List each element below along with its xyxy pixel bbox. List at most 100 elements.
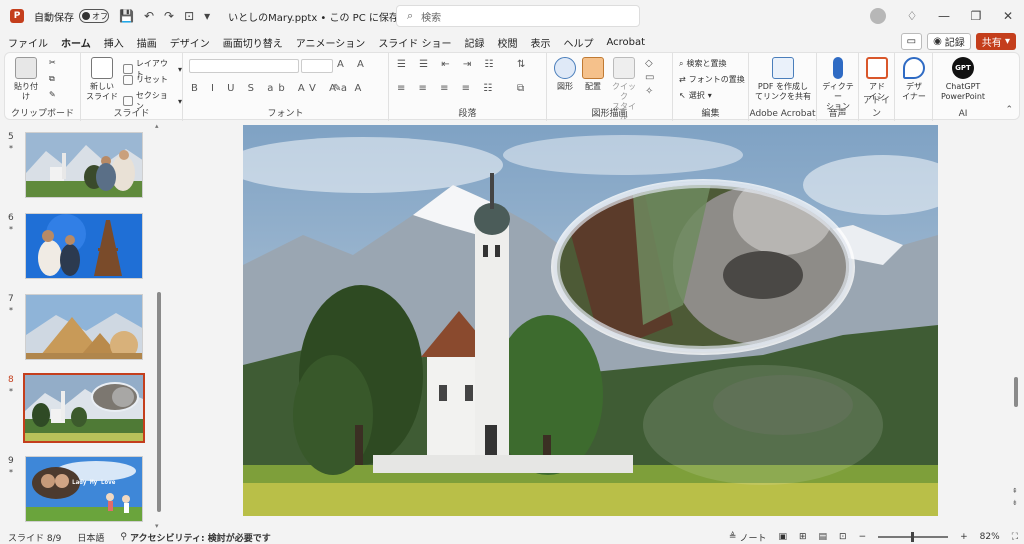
autosave-toggle[interactable]: オフ: [79, 9, 109, 23]
list-icons[interactable]: ☰ ☰ ⇤ ⇥ ☷: [397, 59, 498, 70]
powerpoint-logo-icon: P: [10, 9, 24, 23]
close-icon[interactable]: ✕: [992, 9, 1024, 23]
chatgpt-button[interactable]: GPT ChatGPT PowerPoint: [935, 57, 991, 102]
record-button[interactable]: ◉ 記録: [927, 33, 971, 50]
canvas-scrollbar[interactable]: ⇞ ⇟: [1012, 125, 1020, 520]
slide-sorter-icon[interactable]: ⊞: [799, 532, 807, 542]
tab-file[interactable]: ファイル: [8, 35, 48, 50]
prev-slide-icon[interactable]: ⇞: [1012, 487, 1018, 495]
font-format-icons[interactable]: B I U S ab AV Aa: [191, 83, 352, 94]
tab-animations[interactable]: アニメーション: [296, 35, 366, 50]
chatgpt-icon: GPT: [952, 57, 974, 79]
copy-icon[interactable]: ⧉: [49, 74, 55, 84]
slide-number: 9: [8, 456, 14, 466]
redo-icon[interactable]: ↷: [164, 9, 174, 23]
slide-thumbnail-7[interactable]: 7 *: [0, 286, 160, 360]
restore-icon[interactable]: ❐: [960, 9, 992, 23]
minimize-icon[interactable]: —: [928, 9, 960, 23]
chatgpt-label: ChatGPT PowerPoint: [940, 82, 986, 101]
notes-button[interactable]: ≜ ノート: [729, 531, 767, 544]
zoom-in-icon[interactable]: +: [960, 532, 968, 542]
select-button[interactable]: ↖ 選択 ▾: [679, 90, 712, 101]
collapse-ribbon-icon[interactable]: ⌃: [1005, 105, 1013, 115]
qat-more-icon[interactable]: ▾: [204, 9, 210, 23]
share-button[interactable]: 共有 ▾: [975, 33, 1016, 50]
undo-icon[interactable]: ↶: [144, 9, 154, 23]
find-replace-button[interactable]: ⌕ 検索と置換: [679, 58, 726, 69]
search-input[interactable]: ⌕ 検索: [396, 5, 640, 27]
shape-format-icons[interactable]: ◇ ▭ ✧: [645, 57, 665, 99]
text-direction-icon[interactable]: ⇅: [517, 59, 530, 70]
tab-draw[interactable]: 描画: [137, 35, 157, 50]
present-icon[interactable]: ⊡: [184, 9, 194, 23]
slide-thumbnail-5[interactable]: 5 *: [0, 124, 160, 198]
tab-acrobat[interactable]: Acrobat: [607, 37, 646, 48]
designer-button[interactable]: デザ イナー: [899, 57, 929, 102]
tab-slideshow[interactable]: スライド ショー: [378, 35, 451, 50]
font-color-icons[interactable]: ✎ A: [333, 83, 366, 94]
replace-font-button[interactable]: ⇄ フォントの置換: [679, 74, 745, 85]
addins-label: アドイン: [862, 96, 890, 119]
paste-button[interactable]: 貼り付け: [11, 57, 41, 102]
tab-review[interactable]: 校閲: [498, 35, 518, 50]
canvas-scrollbar-thumb[interactable]: [1014, 377, 1018, 407]
reading-view-icon[interactable]: ▤: [819, 532, 828, 542]
lightbulb-icon[interactable]: ♢: [896, 9, 928, 23]
zoom-level[interactable]: 82%: [980, 532, 1000, 542]
comments-icon[interactable]: ▭: [900, 33, 923, 50]
zoom-slider[interactable]: [878, 532, 949, 542]
slide-thumbnail-6[interactable]: 6 *: [0, 205, 160, 279]
clipboard-group: 貼り付け ✂ ⧉ ✎ クリップボード: [5, 53, 81, 121]
slide-transition-mark: *: [9, 225, 13, 234]
tab-insert[interactable]: 挿入: [104, 35, 124, 50]
accessibility-icon: ⚲: [120, 532, 127, 542]
font-size-select[interactable]: [301, 59, 333, 73]
tab-record[interactable]: 記録: [465, 35, 485, 50]
dictate-button[interactable]: ディクテー ション: [819, 57, 857, 112]
tab-design[interactable]: デザイン: [170, 35, 210, 50]
paste-icon: [15, 57, 37, 79]
reset-button[interactable]: リセット: [123, 74, 168, 85]
search-icon: ⌕: [407, 9, 414, 22]
font-size-icons[interactable]: A A: [337, 59, 369, 70]
thumbnail-scrollbar[interactable]: ▴ ▾: [155, 122, 163, 530]
create-pdf-button[interactable]: PDF を作成し てリンクを共有: [751, 57, 815, 102]
slide-counter: スライド 8/9: [8, 533, 62, 544]
create-pdf-label: PDF を作成し てリンクを共有: [755, 82, 811, 101]
slide-thumbnail-9[interactable]: 9 * Lady My Love: [0, 448, 160, 522]
avatar[interactable]: [870, 8, 886, 24]
slide-thumbnail-8[interactable]: 8 *: [0, 367, 160, 443]
scroll-up-icon[interactable]: ▴: [155, 122, 159, 130]
slideshow-icon[interactable]: ⊡: [839, 532, 847, 542]
replace-font-label: フォントの置換: [688, 75, 745, 84]
smartart-icon[interactable]: ⧉: [517, 83, 529, 94]
scrollbar-thumb[interactable]: [157, 292, 161, 512]
shapes-button[interactable]: 図形: [553, 57, 577, 92]
format-painter-icon[interactable]: ✎: [49, 90, 56, 99]
save-icon[interactable]: 💾: [119, 9, 134, 23]
tab-view[interactable]: 表示: [531, 35, 551, 50]
cut-icon[interactable]: ✂: [49, 58, 56, 67]
font-name-select[interactable]: [189, 59, 299, 73]
align-icons[interactable]: ≡ ≡ ≡ ≡ ☷: [397, 83, 497, 94]
find-icon: ⌕: [679, 58, 684, 68]
new-slide-button[interactable]: 新しい スライド: [85, 57, 119, 102]
voice-group: ディクテー ション 音声: [817, 53, 859, 121]
language-indicator[interactable]: 日本語: [77, 531, 104, 544]
tab-help[interactable]: ヘルプ: [564, 35, 594, 50]
tab-transitions[interactable]: 画面切り替え: [223, 35, 283, 50]
slide-canvas[interactable]: [243, 125, 938, 516]
paste-label: 貼り付け: [14, 82, 38, 101]
acrobat-label: Adobe Acrobat: [749, 109, 816, 119]
next-slide-icon[interactable]: ⇟: [1012, 499, 1018, 507]
shapes-icon: [554, 57, 576, 79]
arrange-button[interactable]: 配置: [581, 57, 605, 92]
accessibility-check[interactable]: ⚲ アクセシビリティ: 検討が必要です: [120, 531, 270, 544]
zoom-out-icon[interactable]: −: [859, 532, 867, 542]
scroll-down-icon[interactable]: ▾: [155, 522, 159, 530]
tab-home[interactable]: ホーム: [61, 35, 91, 54]
font-group: A A B I U S ab AV Aa ✎ A フォント: [183, 53, 389, 121]
normal-view-icon[interactable]: ▣: [778, 532, 787, 542]
slide-number: 5: [8, 132, 14, 142]
fit-slide-icon[interactable]: ⛶: [1012, 532, 1018, 542]
